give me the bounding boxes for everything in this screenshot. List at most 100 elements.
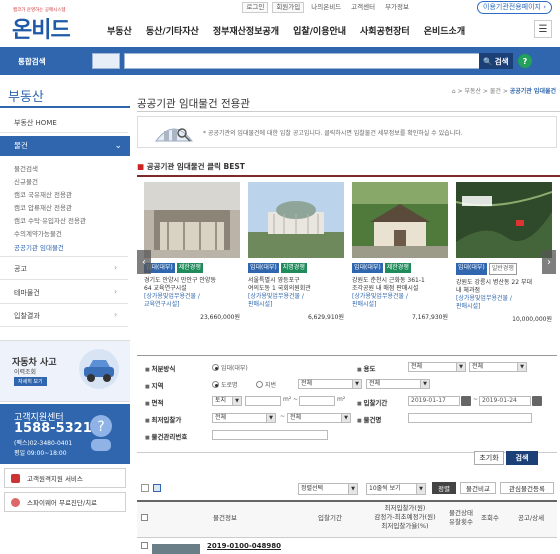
item-name-input[interactable] [408, 413, 532, 423]
best-card[interactable]: 임대(대부) 제한경쟁 경기도 안양시 만안구 안양동 64 교육연구시설 [상가… [144, 182, 242, 321]
calendar-icon[interactable] [532, 396, 542, 406]
sidebar-sub-item[interactable]: 캠코 국유재산 전용관 [14, 189, 72, 199]
area-unit: m² [283, 396, 292, 403]
best-title-text: 공공기관 임대물건 클릭 BEST [146, 162, 245, 171]
card-category: [상가용및업무용건물 / [352, 293, 408, 300]
lotno-label: 지번 [265, 382, 277, 389]
search-input[interactable] [124, 53, 480, 69]
login-link[interactable]: 로그인 [242, 1, 269, 13]
lotno-radio[interactable] [256, 381, 263, 388]
area-label: 면적 [145, 397, 163, 407]
area-min-input[interactable] [245, 396, 281, 406]
cc-fax: (팩스)02-3480-0401 [14, 440, 73, 447]
bid-from-input[interactable]: 2019-01-17 [408, 396, 460, 406]
search-scope-select[interactable] [92, 53, 120, 69]
sidebar-sub-item[interactable]: 물건검색 [14, 163, 38, 173]
sidebar-sub-item[interactable]: 캠코 압류재산 전용관 [14, 202, 72, 212]
chevron-down-icon: ▼ [266, 414, 275, 422]
logo[interactable]: 캠코가 운영하는 공매시스템 온비드 [8, 4, 78, 43]
help-icon[interactable]: ? [518, 54, 532, 68]
gnb-item[interactable]: 온비드소개 [417, 24, 472, 37]
sidebar-sub-item-active[interactable]: 공공기관 임대물건 [14, 242, 64, 252]
sidebar-sub-item[interactable]: 신규물건 [14, 176, 38, 186]
select-all-checkbox[interactable] [141, 514, 148, 521]
calendar-icon[interactable] [461, 396, 471, 406]
region-select-2[interactable]: 전체 ▼ [366, 379, 430, 389]
divider [0, 106, 130, 108]
bid-period-label: 입찰기간 [357, 397, 387, 407]
row-checkbox[interactable] [141, 542, 148, 549]
search-label: 통합검색 [18, 57, 46, 66]
sidebar-item-notice[interactable]: 공고 [0, 264, 128, 274]
th-min-price: 최저입찰가(원) [384, 504, 426, 512]
th-status: 물건상태 [449, 509, 473, 517]
disposal-label: 처분방식 [145, 363, 175, 373]
card-price: 6,629,910원 [307, 314, 344, 321]
best-card[interactable]: 임대(대부) 제한경쟁 강원도 춘천시 근화동 361-1 조각공원 내 매점 판… [352, 182, 450, 321]
area-tilde: ~ [293, 396, 299, 403]
breadcrumb-item[interactable]: 부동산 [464, 88, 481, 95]
sidebar-item-result[interactable]: 입찰결과 [0, 311, 128, 321]
usage-select-2[interactable]: 전체 ▼ [469, 362, 527, 372]
min-price-select-1[interactable]: 전체 ▼ [212, 413, 276, 423]
area-max-input[interactable] [299, 396, 335, 406]
svg-text:?: ? [97, 419, 104, 435]
gnb-item[interactable]: 정부재산정보공개 [206, 24, 286, 37]
gnb-item[interactable]: 입찰/이용안내 [286, 24, 353, 37]
my-onbid-link[interactable]: 나의온비드 [308, 3, 344, 12]
region-select-1-value: 전체 [301, 380, 313, 387]
usage-select-1-value: 전체 [411, 363, 423, 370]
card-address: 강원도 춘천시 근화동 361-1 [352, 277, 425, 284]
grid-view-icon[interactable] [153, 484, 161, 492]
car-banner-button[interactable]: 자세히 보기 [14, 377, 47, 386]
compare-button[interactable]: 물건비교 [460, 482, 496, 494]
th-fail-count: 유찰횟수 [449, 518, 473, 526]
interest-button[interactable]: 관심물건등록 [500, 482, 554, 494]
search-button[interactable]: 🔍 검색 [479, 53, 513, 69]
list-view-icon[interactable] [141, 484, 149, 492]
sort-button[interactable]: 정렬 [432, 482, 456, 494]
search-button-label: 검색 [494, 56, 509, 66]
min-price-select-2[interactable]: 전체 ▼ [287, 413, 351, 423]
customer-center-link[interactable]: 고객센터 [348, 3, 378, 12]
hamburger-menu-icon[interactable]: ☰ [534, 20, 552, 38]
sort-select[interactable]: 정렬선택 ▼ [298, 483, 358, 495]
sidebar-item-theme[interactable]: 테마물건 [0, 288, 128, 298]
sidebar-sub-item[interactable]: 캠코 수탁·유입자산 전용관 [14, 215, 86, 225]
gnb-item[interactable]: 사회공헌장터 [353, 24, 417, 37]
roadname-radio[interactable] [212, 381, 219, 388]
extra-info-link[interactable]: 부가정보 [382, 3, 412, 12]
divider [137, 111, 560, 112]
per-page-value: 10줄씩 보기 [369, 485, 401, 492]
gnb-item[interactable]: 부동산 [100, 24, 139, 37]
join-link[interactable]: 회원가입 [272, 1, 305, 13]
carousel-prev-icon[interactable]: ‹ [137, 250, 151, 274]
disposal-radio[interactable] [212, 364, 219, 371]
row-item-number[interactable]: 2019-0100-048980 [207, 542, 281, 550]
best-card[interactable]: 임대(대부) 일반경쟁 강원도 강릉시 병산동 22 부대 내 체과점 [상가용및… [456, 182, 554, 323]
form-search-button[interactable]: 검색 [506, 451, 538, 465]
car-accident-banner[interactable]: 자동차 사고 이력조회 자세히 보기 [0, 340, 130, 402]
th-appraisal: 감정가-최초예정가(원) [374, 513, 436, 521]
gnb-item[interactable]: 동산/기타자산 [139, 24, 206, 37]
exclusive-page-button[interactable]: 이용기관전용페이지 › [477, 1, 552, 14]
bid-to-input[interactable]: 2019-01-24 [479, 396, 531, 406]
region-select-1[interactable]: 전체 ▼ [298, 379, 362, 389]
per-page-select[interactable]: 10줄씩 보기 ▼ [366, 483, 426, 495]
remote-support-button[interactable]: 고객원격지원 서비스 [4, 468, 126, 488]
row-thumbnail[interactable] [152, 544, 200, 554]
sidebar-home[interactable]: 부동산 HOME [0, 118, 128, 128]
carousel-next-icon[interactable]: › [542, 250, 556, 274]
usage-select-1[interactable]: 전체 ▼ [408, 362, 466, 372]
area-type-select[interactable]: 토지 ▼ [212, 396, 242, 406]
item-no-input[interactable] [212, 430, 328, 440]
card-category-2: 판매시설] [248, 301, 273, 308]
usage-label: 용도 [357, 363, 375, 373]
spyware-button[interactable]: 스파이웨어 무료진단/치료 [4, 492, 126, 512]
home-icon[interactable]: ⌂ [452, 88, 456, 95]
best-card[interactable]: 임대(대부) 지명경쟁 서울특별시 영등포구 여의도동 1 국회의원회관 [상가용… [248, 182, 346, 321]
breadcrumb-item[interactable]: 물건 [490, 88, 501, 95]
sidebar-item-active[interactable]: 물건 ⌄ [0, 136, 130, 156]
sidebar-sub-item[interactable]: 수의계약가능물건 [14, 228, 62, 238]
reset-button[interactable]: 초기화 [474, 451, 504, 465]
